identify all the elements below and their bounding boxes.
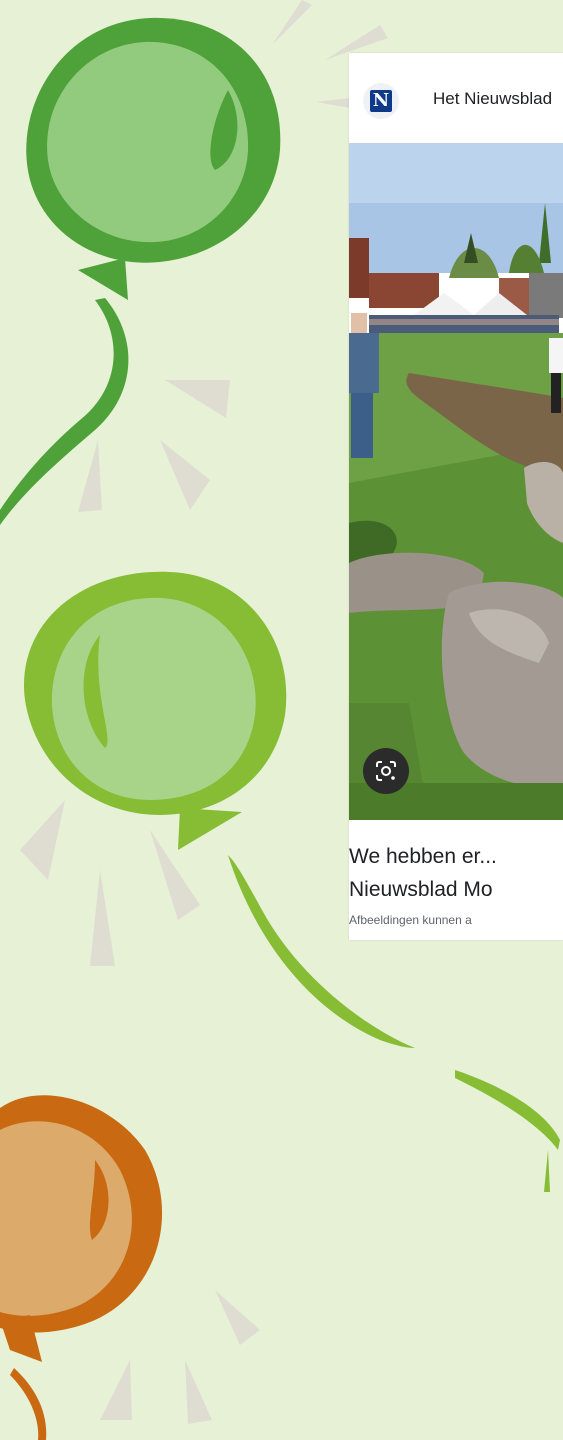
card-header: N Het Nieuwsblad bbox=[349, 53, 563, 143]
orange-balloon-bottom bbox=[0, 1095, 163, 1440]
caption-line-2: Nieuwsblad Mo bbox=[349, 878, 493, 901]
news-photo[interactable] bbox=[349, 143, 563, 820]
source-name[interactable]: Het Nieuwsblad bbox=[433, 89, 552, 109]
google-lens-button[interactable] bbox=[363, 748, 409, 794]
copyright-disclaimer: Afbeeldingen kunnen a bbox=[349, 913, 472, 927]
green-balloon-top bbox=[0, 17, 281, 525]
image-result-card[interactable]: N Het Nieuwsblad We hebben er... Nieuwsb… bbox=[349, 53, 563, 940]
source-logo[interactable]: N bbox=[363, 83, 399, 119]
result-caption[interactable]: We hebben er... Nieuwsblad Mo bbox=[349, 840, 563, 906]
caption-line-1: We hebben er... bbox=[349, 845, 497, 868]
nieuwsblad-logo-icon: N bbox=[370, 90, 392, 112]
google-lens-icon bbox=[376, 761, 396, 781]
